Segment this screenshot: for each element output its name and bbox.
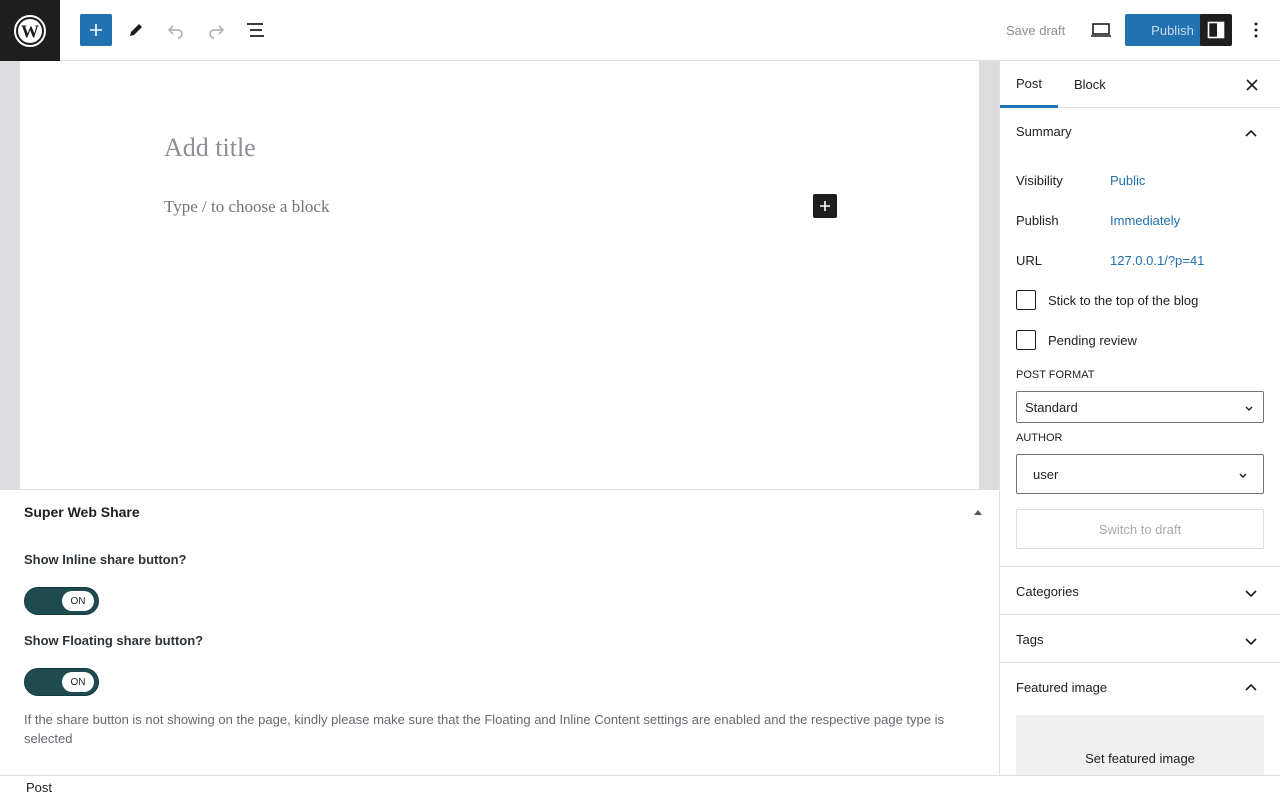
sidebar-icon [1207,21,1225,39]
publish-date-label: Publish [1016,213,1059,228]
featured-image-panel-toggle[interactable]: Featured image [1000,663,1280,711]
set-featured-image-button[interactable]: Set featured image [1016,715,1264,775]
tags-panel-toggle[interactable]: Tags [1000,615,1280,663]
undo-button[interactable] [160,14,192,46]
default-block-appender[interactable]: Type / to choose a block [164,197,329,217]
summary-panel-toggle[interactable]: Summary [1000,108,1280,156]
switch-to-draft-button[interactable]: Switch to draft [1016,509,1264,549]
pending-review-label: Pending review [1048,333,1137,348]
metabox-title: Super Web Share [24,504,140,520]
tab-block[interactable]: Block [1074,61,1106,108]
wordpress-logo-icon[interactable]: W [0,0,60,61]
chevron-down-icon [1245,638,1257,646]
add-block-button[interactable] [813,194,837,218]
categories-panel-title: Categories [1016,584,1079,599]
featured-image-panel-title: Featured image [1016,680,1108,695]
toggle-knob: ON [62,591,94,611]
inline-share-label: Show Inline share button? [24,552,187,567]
editor-canvas-area: Add title Type / to choose a block [0,61,999,489]
post-format-label: POST FORMAT [1016,369,1095,381]
summary-panel-title: Summary [1016,124,1072,139]
redo-icon [209,25,225,39]
inline-share-toggle[interactable]: ON [24,587,99,615]
list-view-icon [247,23,264,37]
settings-sidebar: Post Block Summary Visibility Public Pub… [999,61,1280,775]
categories-panel-toggle[interactable]: Categories [1000,567,1280,615]
sticky-label: Stick to the top of the blog [1048,293,1199,308]
url-toggle[interactable]: 127.0.0.1/?p=41 [1110,253,1204,268]
desktop-icon [1091,23,1111,37]
tab-post[interactable]: Post [1000,61,1059,108]
more-vertical-icon [1254,22,1258,38]
visibility-label: Visibility [1016,173,1063,188]
floating-share-toggle[interactable]: ON [24,668,99,696]
sticky-checkbox[interactable] [1016,290,1036,310]
triangle-up-icon [974,509,982,515]
post-format-value: Standard [1025,400,1078,415]
chevron-up-icon [1245,683,1257,691]
post-format-select[interactable]: Standard [1016,391,1264,423]
editor-canvas[interactable]: Add title Type / to choose a block [20,61,979,489]
block-breadcrumb-bar: Post [0,775,1280,800]
pencil-icon [130,24,142,36]
metabox-collapse-button[interactable] [968,506,988,518]
settings-button[interactable] [1200,14,1232,46]
url-label: URL [1016,253,1043,268]
chevron-down-icon [1245,406,1253,411]
save-draft-button[interactable]: Save draft [996,14,1075,46]
chevron-up-icon [1245,129,1257,137]
sidebar-tabs: Post Block [1000,61,1280,108]
close-sidebar-button[interactable] [1243,76,1261,94]
author-select[interactable]: user [1016,454,1264,494]
undo-icon [167,25,183,39]
pending-review-checkbox[interactable] [1016,330,1036,350]
floating-share-label: Show Floating share button? [24,633,204,648]
toggle-knob: ON [62,672,94,692]
options-button[interactable] [1240,14,1272,46]
svg-text:W: W [21,21,39,41]
super-web-share-metabox: Super Web Share Show Inline share button… [0,489,999,775]
chevron-down-icon [1239,473,1247,478]
breadcrumb-item[interactable]: Post [26,780,52,795]
post-title-input[interactable]: Add title [164,133,256,163]
plus-icon [90,24,102,36]
chevron-down-icon [1245,590,1257,598]
preview-button[interactable] [1085,14,1117,46]
plus-icon [820,201,830,211]
editor-header: W Save draft Publish [0,0,1280,61]
author-value: user [1033,467,1059,482]
author-label: AUTHOR [1016,432,1063,444]
metabox-help-text: If the share button is not showing on th… [24,712,944,746]
publish-date-toggle[interactable]: Immediately [1110,213,1180,228]
close-icon [1246,79,1258,91]
block-inserter-button[interactable] [80,14,112,46]
redo-button[interactable] [200,14,232,46]
tags-panel-title: Tags [1016,632,1044,647]
tools-button[interactable] [120,14,152,46]
document-overview-button[interactable] [240,14,272,46]
visibility-toggle[interactable]: Public [1110,173,1145,188]
